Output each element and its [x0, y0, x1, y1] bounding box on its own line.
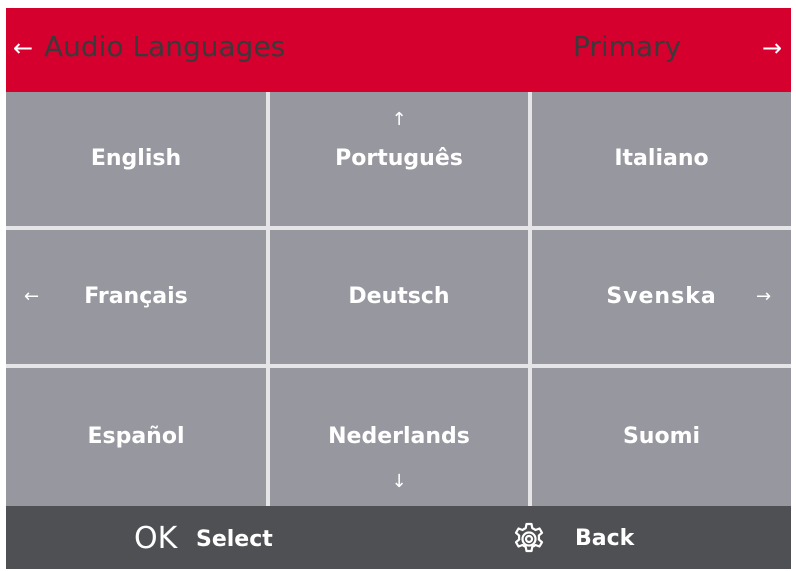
down-arrow-icon: ↓: [391, 471, 407, 492]
language-tile-francais[interactable]: ← Français: [6, 230, 266, 364]
gear-icon[interactable]: [511, 521, 547, 557]
language-tile-svenska[interactable]: Svenska →: [532, 230, 791, 364]
language-label: English: [90, 146, 182, 171]
language-tile-italiano[interactable]: Italiano: [532, 92, 791, 226]
language-grid: English ↑ Português Italiano ← Français …: [6, 92, 791, 506]
back-label[interactable]: Back: [575, 525, 634, 553]
language-label: Français: [84, 284, 188, 309]
up-arrow-icon: ↑: [391, 109, 407, 130]
language-label: Deutsch: [348, 284, 450, 309]
language-tile-espanol[interactable]: Español: [6, 368, 266, 506]
header-left-arrow-icon[interactable]: ←: [13, 33, 33, 63]
language-tile-portugues[interactable]: ↑ Português: [270, 92, 528, 226]
language-label: Italiano: [614, 146, 709, 171]
header-bar: ← Audio Languages Primary →: [6, 8, 791, 92]
right-arrow-icon: →: [756, 286, 772, 307]
select-label[interactable]: Select: [196, 526, 273, 554]
language-tile-english[interactable]: English: [6, 92, 266, 226]
ok-button-icon[interactable]: OK: [134, 522, 177, 556]
language-tile-nederlands[interactable]: Nederlands ↓: [270, 368, 528, 506]
language-mode-label[interactable]: Primary: [573, 29, 681, 65]
header-right-arrow-icon[interactable]: →: [762, 33, 782, 63]
language-label: Nederlands: [328, 424, 470, 449]
footer-bar: OK Select Back: [6, 506, 791, 569]
page-title: Audio Languages: [44, 30, 286, 63]
language-label: Svenska: [606, 284, 717, 309]
audio-languages-screen: ← Audio Languages Primary → English ↑ Po…: [6, 8, 791, 569]
language-tile-suomi[interactable]: Suomi: [532, 368, 791, 506]
language-label: Português: [335, 146, 463, 171]
language-label: Suomi: [622, 424, 701, 449]
language-tile-deutsch[interactable]: Deutsch: [270, 230, 528, 364]
language-label: Español: [87, 424, 185, 449]
